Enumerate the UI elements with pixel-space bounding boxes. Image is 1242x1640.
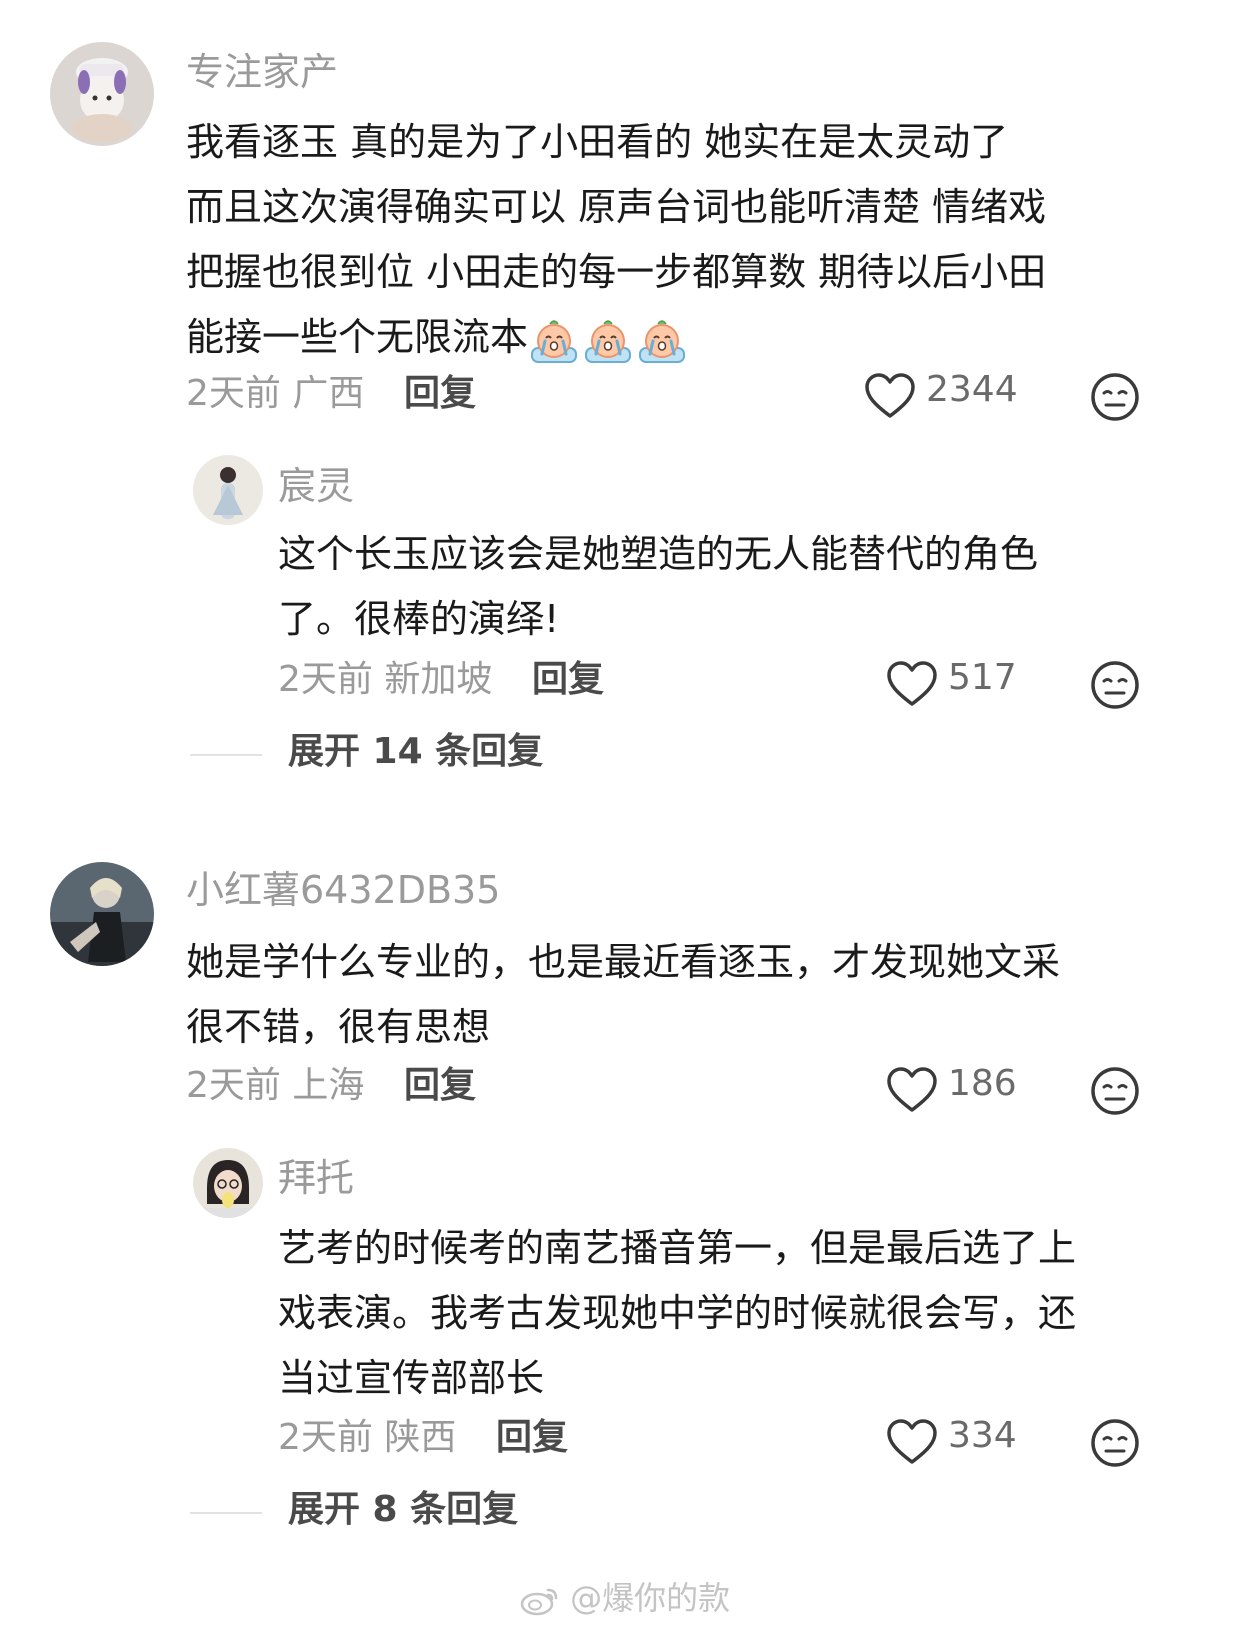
- comment-text-line-with-emoji: 能接一些个无限流本: [186, 305, 1046, 370]
- comment-text-line: 而且这次演得确实可以 原声台词也能听清楚 情绪戏: [186, 185, 1047, 229]
- heart-outline-icon[interactable]: [886, 660, 938, 708]
- reply-time-location: 2天前 陕西: [278, 1417, 457, 1458]
- reply-username[interactable]: 拜托: [278, 1154, 354, 1202]
- avatar[interactable]: [50, 42, 154, 146]
- comment-text-line: 很不错，很有思想: [186, 1005, 491, 1049]
- comment-text-line: 她是学什么专业的，也是最近看逐玉，才发现她文采: [186, 940, 1061, 984]
- heart-outline-icon[interactable]: [886, 1066, 938, 1114]
- comment-text-line: 能接一些个无限流本: [186, 315, 529, 359]
- comment-text-line: 我看逐玉 真的是为了小田看的 她实在是太灵动了: [186, 120, 1009, 164]
- reply-avatar[interactable]: [193, 1148, 263, 1218]
- reply-button[interactable]: 回复: [496, 1416, 568, 1460]
- reply-button[interactable]: 回复: [532, 658, 604, 702]
- reply-text-line: 艺考的时候考的南艺播音第一，但是最后选了上: [278, 1226, 1077, 1270]
- reply-text-line: 这个长玉应该会是她塑造的无人能替代的角色: [278, 532, 1039, 576]
- meh-face-icon[interactable]: [1090, 372, 1140, 422]
- comment-time-location: 2天前 上海: [186, 1065, 365, 1106]
- crying-emoji-icon: [528, 314, 580, 366]
- reply-button[interactable]: 回复: [404, 1064, 476, 1108]
- reply-button[interactable]: 回复: [404, 372, 476, 416]
- reply-text-line: 戏表演。我考古发现她中学的时候就很会写，还: [278, 1291, 1077, 1335]
- comment-time-location: 2天前 广西: [186, 373, 365, 414]
- comment-username[interactable]: 小红薯6432DB35: [186, 866, 500, 914]
- comment-text: 她是学什么专业的，也是最近看逐玉，才发现她文采 很不错，很有思想: [186, 930, 1060, 1060]
- reply-text-line: 了。很棒的演绎!: [278, 597, 560, 641]
- meh-face-icon[interactable]: [1090, 1066, 1140, 1116]
- like-count: 334: [948, 1415, 1017, 1456]
- watermark-text: @爆你的款: [570, 1579, 731, 1617]
- comment-text: 我看逐玉 真的是为了小田看的 她实在是太灵动了 而且这次演得确实可以 原声台词也…: [186, 110, 1046, 370]
- heart-outline-icon[interactable]: [864, 372, 916, 420]
- expand-replies-button[interactable]: 展开 14 条回复: [288, 730, 543, 774]
- comment-username[interactable]: 专注家产: [186, 48, 338, 96]
- avatar[interactable]: [50, 862, 154, 966]
- reply-username[interactable]: 宸灵: [278, 462, 354, 510]
- reply-text: 艺考的时候考的南艺播音第一，但是最后选了上 戏表演。我考古发现她中学的时候就很会…: [278, 1216, 1076, 1411]
- heart-outline-icon[interactable]: [886, 1418, 938, 1466]
- meh-face-icon[interactable]: [1090, 1418, 1140, 1468]
- expand-divider: [190, 754, 262, 756]
- reply-time-location: 2天前 新加坡: [278, 659, 493, 700]
- like-count: 2344: [926, 369, 1018, 410]
- watermark: @爆你的款: [520, 1576, 730, 1620]
- reply-text-line: 当过宣传部部长: [278, 1356, 545, 1400]
- expand-divider: [190, 1512, 262, 1514]
- meh-face-icon[interactable]: [1090, 660, 1140, 710]
- weibo-logo-icon: [520, 1588, 558, 1616]
- expand-replies-button[interactable]: 展开 8 条回复: [288, 1488, 518, 1532]
- crying-emoji-icon: [582, 314, 634, 366]
- like-count: 517: [948, 657, 1017, 698]
- like-count: 186: [948, 1063, 1017, 1104]
- reply-text: 这个长玉应该会是她塑造的无人能替代的角色 了。很棒的演绎!: [278, 522, 1038, 652]
- comment-text-line: 把握也很到位 小田走的每一步都算数 期待以后小田: [186, 250, 1047, 294]
- reply-avatar[interactable]: [193, 455, 263, 525]
- crying-emoji-icon: [636, 314, 688, 366]
